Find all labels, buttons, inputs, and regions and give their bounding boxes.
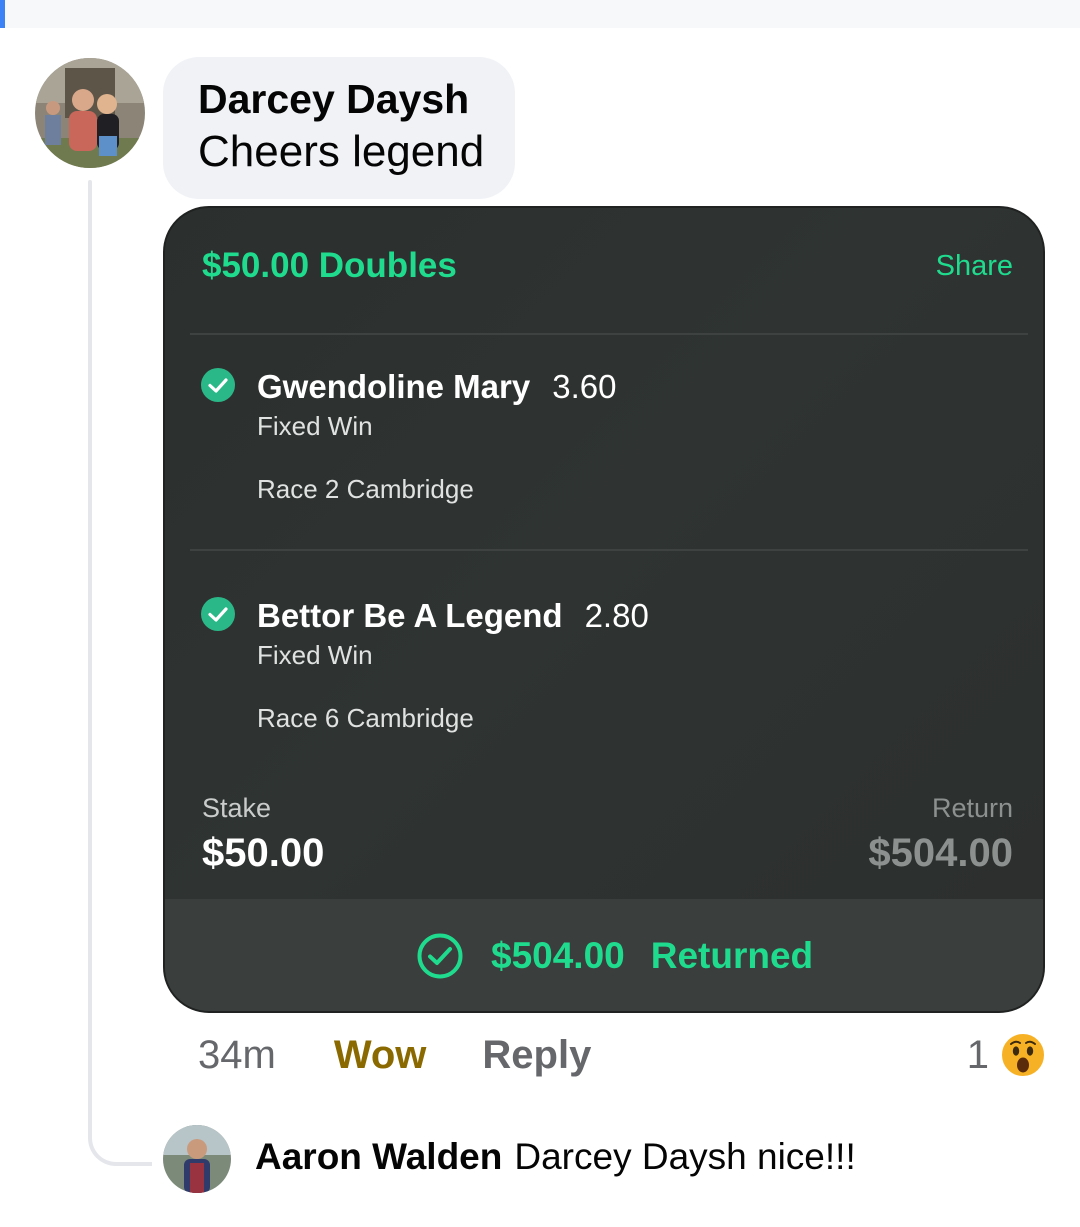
returned-status-bar: $504.00 Returned (165, 899, 1043, 1011)
bet-type: Fixed Win (257, 411, 373, 441)
check-circle-outline-icon (417, 933, 463, 979)
divider (190, 549, 1028, 551)
profile-photo (163, 1125, 231, 1193)
comment-author[interactable]: Darcey Daysh (198, 75, 515, 123)
return-label: Return (931, 793, 1013, 823)
check-circle-icon (201, 368, 235, 402)
leg-runner: Gwendoline Mary 3.60 (257, 368, 616, 406)
returned-amount: $504.00 (491, 935, 625, 976)
comment-bubble: Darcey Daysh Cheers legend (163, 57, 515, 199)
reply-button[interactable]: Reply (482, 1033, 591, 1078)
reply-text: Darcey Daysh nice!!! (514, 1136, 856, 1177)
return-value: $504.00 (868, 831, 1013, 875)
reaction-count: 1 (966, 1032, 989, 1077)
race-info: Race 2 Cambridge (257, 474, 474, 504)
runner-odds: 2.80 (584, 597, 649, 634)
thread-line (88, 180, 92, 1140)
previous-comment-strip (0, 0, 1080, 28)
divider (190, 333, 1028, 335)
reaction-button[interactable]: Wow (334, 1033, 427, 1078)
runner-name: Bettor Be A Legend (257, 597, 563, 634)
comment-actions: 34m Wow Reply (198, 1030, 591, 1080)
avatar[interactable] (35, 58, 145, 168)
reply-comment: Aaron Walden Darcey Daysh nice!!! (255, 1136, 856, 1178)
wow-emoji-icon (1000, 1032, 1046, 1078)
returned-status: $504.00 Returned (417, 931, 813, 981)
returned-label: Returned (650, 935, 814, 976)
reaction-summary[interactable]: 1 (967, 1030, 1047, 1080)
stake-value: $50.00 (202, 831, 325, 875)
comment-text: Cheers legend (198, 127, 485, 176)
runner-odds: 3.60 (552, 368, 617, 405)
runner-name: Gwendoline Mary (257, 368, 531, 405)
bet-title: $50.00 Doubles (202, 246, 457, 285)
leg-runner: Bettor Be A Legend 2.80 (257, 597, 649, 635)
scroll-indicator (0, 0, 5, 28)
race-info: Race 6 Cambridge (257, 703, 474, 733)
bet-type: Fixed Win (257, 640, 373, 670)
comment-timestamp[interactable]: 34m (198, 1033, 276, 1078)
profile-photo (35, 58, 145, 168)
reply-author[interactable]: Aaron Walden (255, 1136, 502, 1177)
share-button[interactable]: Share (936, 250, 1013, 283)
check-circle-icon (201, 597, 235, 631)
bet-slip-image[interactable]: $50.00 Doubles Share Gwendoline Mary 3.60… (163, 206, 1045, 1013)
reply-avatar[interactable] (163, 1125, 231, 1193)
thread-connector (88, 1120, 152, 1166)
stake-label: Stake (202, 793, 272, 823)
